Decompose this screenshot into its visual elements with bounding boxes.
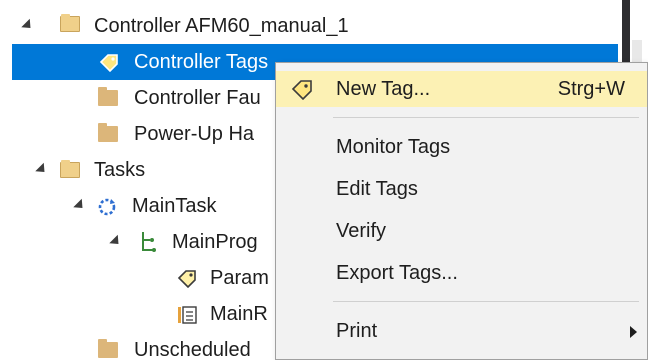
expand-arrow-icon[interactable] — [35, 162, 49, 177]
tree-item-label: Param — [210, 267, 269, 289]
menu-item-label: Monitor Tags — [336, 136, 451, 158]
menu-item-label: Edit Tags — [336, 178, 418, 200]
folder-open-icon — [60, 160, 80, 180]
tag-icon — [176, 268, 196, 289]
menu-item-export-tags[interactable]: Export Tags... — [276, 255, 647, 291]
tag-icon — [290, 78, 312, 101]
menu-item-print[interactable]: Print — [276, 313, 647, 349]
tree-item-label: MainR — [210, 303, 268, 325]
menu-separator — [333, 117, 639, 118]
tree-item-label: Controller Fau — [134, 87, 261, 109]
tree-item-label: MainTask — [132, 195, 217, 217]
tree-item-label: Unscheduled — [134, 339, 251, 360]
menu-separator — [333, 301, 639, 302]
tree-item-controller[interactable]: Controller AFM60_manual_1 — [0, 8, 618, 44]
folder-icon — [98, 123, 118, 144]
folder-icon — [98, 339, 118, 360]
program-icon — [138, 230, 158, 252]
menu-item-verify[interactable]: Verify — [276, 213, 647, 249]
menu-item-new-tag[interactable]: New Tag... Strg+W — [276, 71, 647, 107]
menu-item-shortcut: Strg+W — [557, 78, 625, 100]
task-cycle-icon — [96, 196, 116, 216]
routine-icon — [176, 304, 197, 324]
submenu-arrow-icon — [630, 326, 637, 338]
menu-item-label: Verify — [336, 220, 387, 242]
tree-item-label: Tasks — [94, 159, 146, 181]
tree-item-label: MainProg — [172, 231, 258, 253]
expand-arrow-icon[interactable] — [73, 198, 87, 213]
menu-item-label: Print — [336, 320, 378, 342]
menu-item-monitor-tags[interactable]: Monitor Tags — [276, 129, 647, 165]
tree-item-label: Controller AFM60_manual_1 — [94, 15, 349, 37]
tree-item-label: Controller Tags — [134, 51, 269, 73]
context-menu: New Tag... Strg+W Monitor Tags Edit Tags… — [275, 62, 648, 360]
folder-open-icon — [60, 14, 80, 34]
menu-item-label: New Tag... — [336, 78, 431, 100]
menu-item-edit-tags[interactable]: Edit Tags — [276, 171, 647, 207]
expand-arrow-icon[interactable] — [109, 234, 123, 249]
menu-item-label: Export Tags... — [336, 262, 458, 284]
tree-item-label: Power-Up Ha — [134, 123, 255, 145]
tag-icon — [98, 52, 118, 73]
expand-arrow-icon[interactable] — [21, 18, 35, 33]
folder-icon — [98, 87, 118, 108]
